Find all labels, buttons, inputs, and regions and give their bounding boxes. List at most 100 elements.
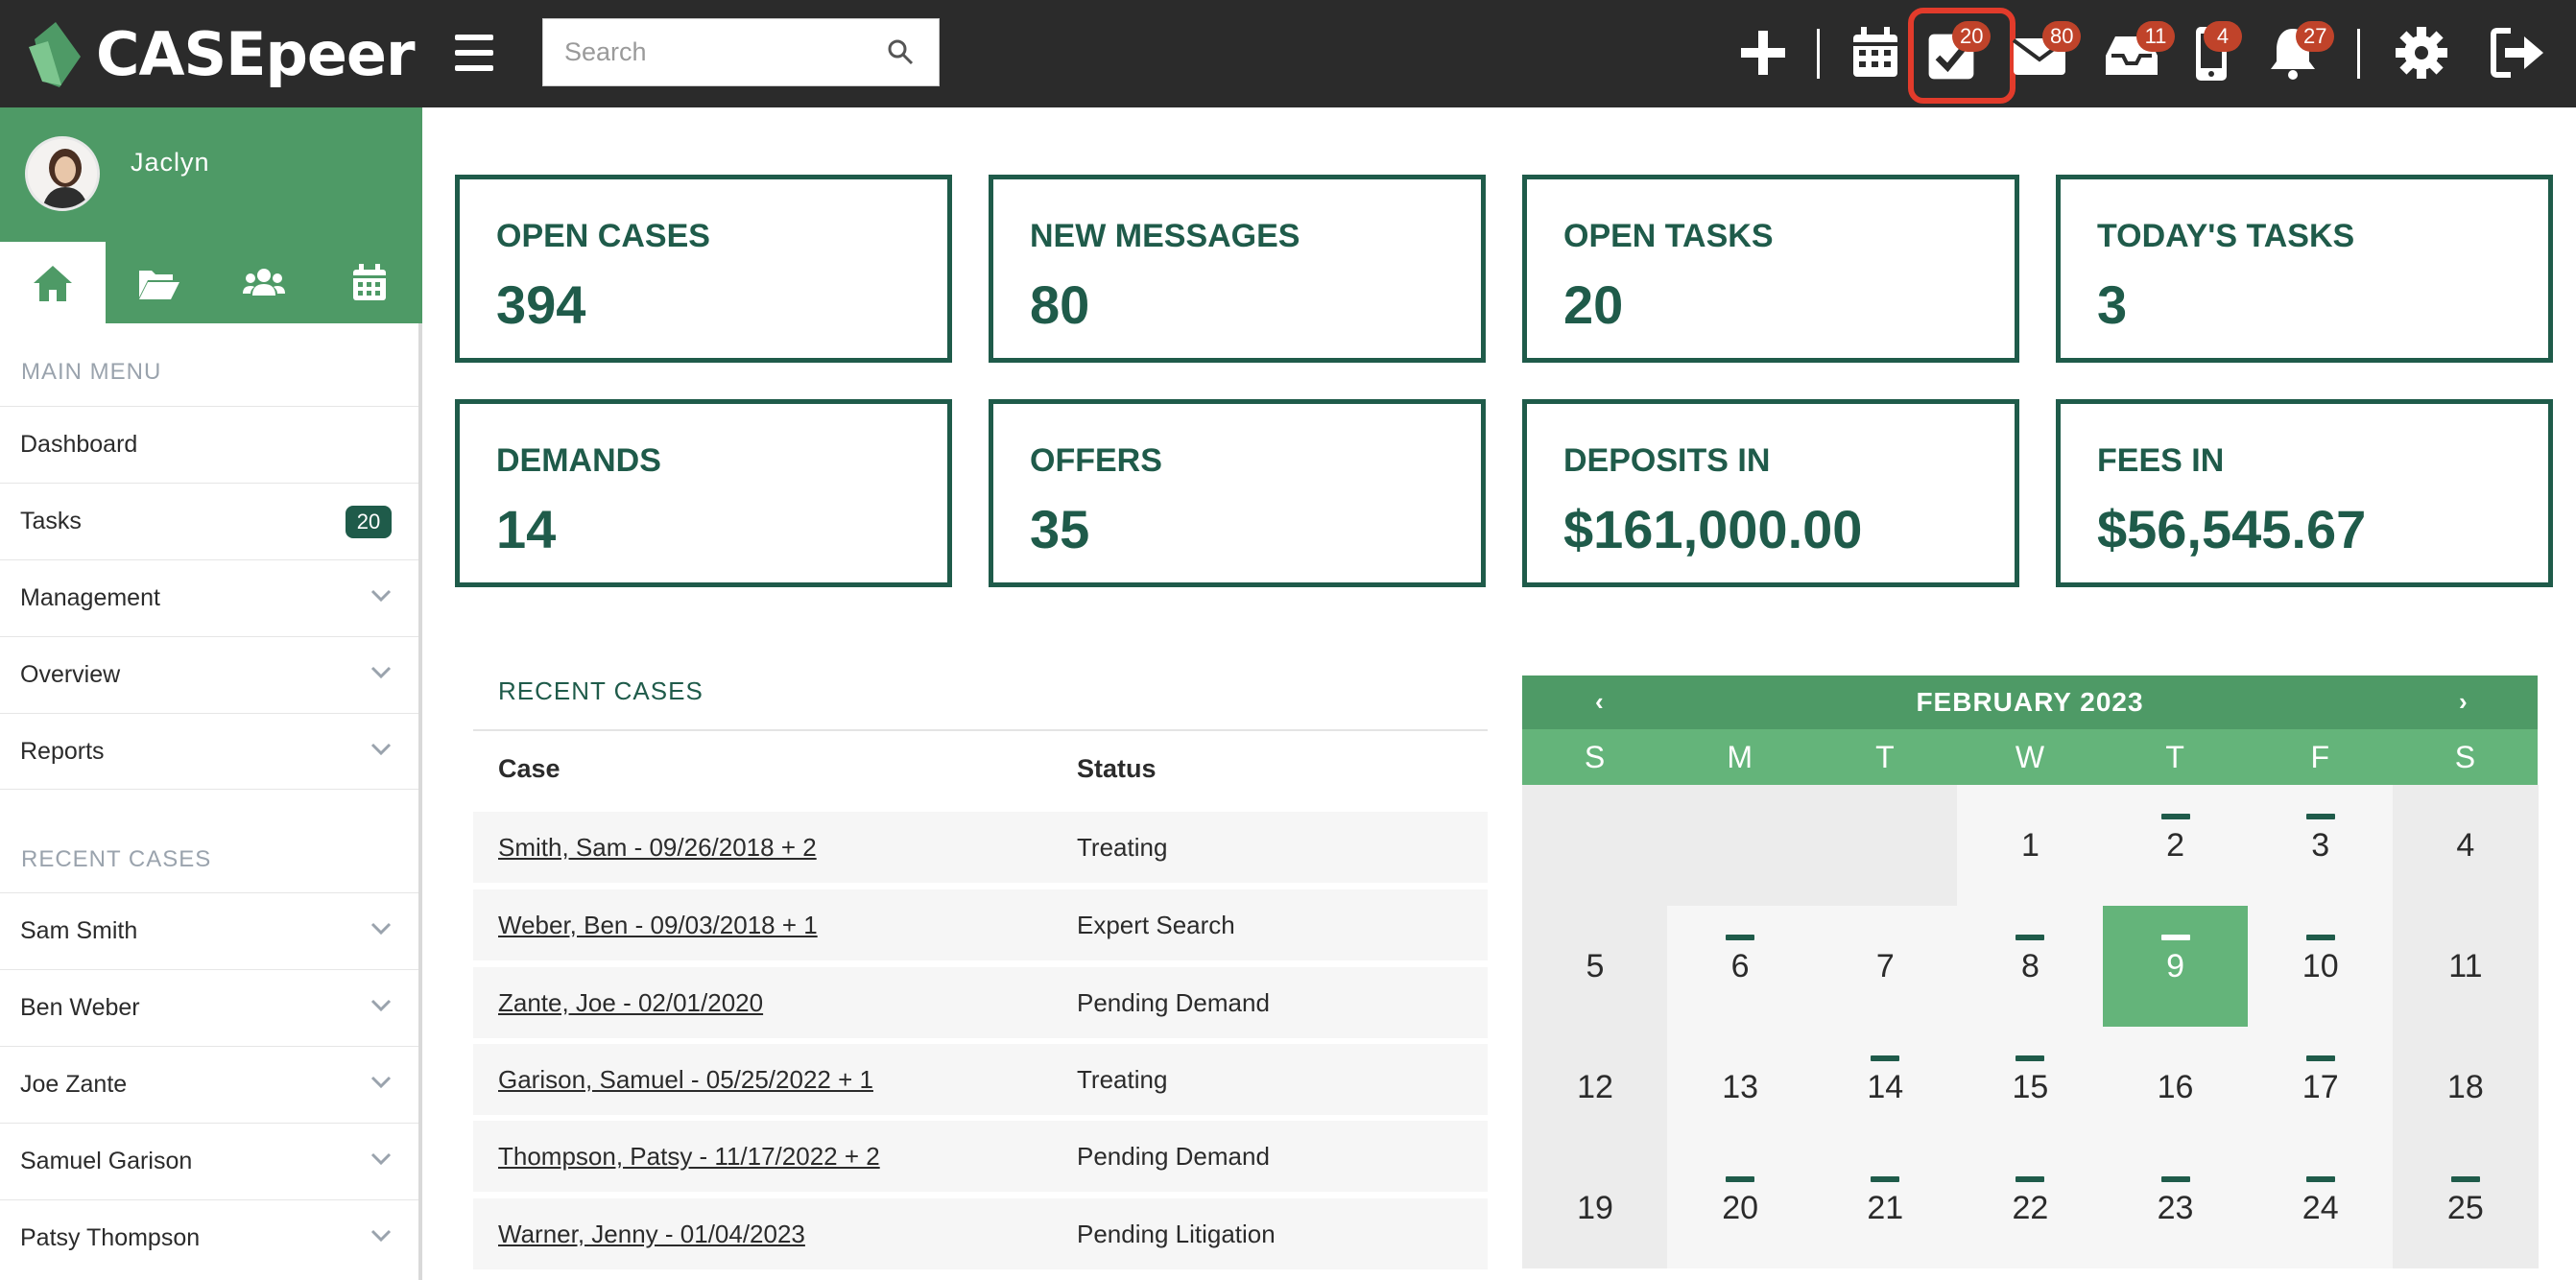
calendar-day[interactable]: 2 (2102, 785, 2249, 906)
sidebar-item-tasks[interactable]: Tasks 20 (0, 483, 418, 559)
brand-logo[interactable]: CASEpeer (27, 12, 416, 96)
event-indicator (2160, 1176, 2190, 1182)
calendar-day[interactable]: 9 (2102, 906, 2249, 1027)
calendar-day[interactable]: 13 (1667, 1027, 1814, 1148)
case-link[interactable]: Garison, Samuel - 05/25/2022 + 1 (498, 1065, 873, 1095)
tab-cases[interactable] (106, 242, 211, 323)
event-indicator (2305, 1176, 2335, 1182)
chevron-down-icon (370, 1152, 392, 1171)
stat-value: 3 (2097, 274, 2128, 335)
calendar-day[interactable]: 21 (1812, 1148, 1959, 1268)
case-status: Pending Demand (1077, 1141, 1270, 1171)
tab-calendar[interactable] (317, 242, 422, 323)
calendar-day-number: 19 (1577, 1189, 1613, 1226)
calendar-day-number: 25 (2446, 1189, 2484, 1226)
avatar[interactable] (25, 136, 100, 211)
calendar-day[interactable]: 11 (2392, 906, 2539, 1027)
leaf-logo-icon (27, 18, 83, 89)
tab-contacts[interactable] (211, 242, 317, 323)
calendar-empty-cell (1522, 785, 1668, 906)
calendar-day[interactable]: 8 (1957, 906, 2104, 1027)
calendar-day[interactable]: 6 (1667, 906, 1814, 1027)
case-status: Treating (1077, 1064, 1168, 1094)
chevron-down-icon (370, 666, 392, 684)
stat-card-open-cases[interactable]: OPEN CASES 394 (455, 175, 952, 363)
calendar-day[interactable]: 19 (1522, 1148, 1668, 1268)
calendar-day[interactable]: 16 (2102, 1027, 2249, 1148)
event-indicator (1871, 1055, 1900, 1061)
tab-home[interactable] (0, 242, 106, 323)
case-link[interactable]: Thompson, Patsy - 11/17/2022 + 2 (498, 1142, 880, 1172)
stat-card-demands[interactable]: DEMANDS 14 (455, 399, 952, 587)
stat-card-open-tasks[interactable]: OPEN TASKS 20 (1522, 175, 2019, 363)
calendar-day[interactable]: 1 (1957, 785, 2104, 906)
calendar-day[interactable]: 5 (1522, 906, 1668, 1027)
event-indicator (2015, 1055, 2045, 1061)
mobile-badge: 4 (2204, 21, 2242, 52)
weekday-label: T (2165, 740, 2184, 774)
calendar-day[interactable]: 22 (1957, 1148, 2104, 1268)
case-link[interactable]: Smith, Sam - 09/26/2018 + 2 (498, 833, 817, 863)
calendar-day-number: 7 (1875, 947, 1895, 984)
calendar-day[interactable]: 7 (1812, 906, 1959, 1027)
calendar-day[interactable]: 23 (2102, 1148, 2249, 1268)
stat-card-fees-in[interactable]: FEES IN $56,545.67 (2056, 399, 2553, 587)
stat-card-todays-tasks[interactable]: TODAY'S TASKS 3 (2056, 175, 2553, 363)
column-header-case: Case (498, 754, 561, 783)
weekday-label: T (1875, 740, 1895, 774)
table-row: Smith, Sam - 09/26/2018 + 2 Treating (473, 812, 1488, 883)
calendar-day[interactable]: 3 (2247, 785, 2394, 906)
stat-card-new-messages[interactable]: NEW MESSAGES 80 (989, 175, 1486, 363)
sidebar-item-management[interactable]: Management (0, 559, 418, 636)
stat-card-deposits-in[interactable]: DEPOSITS IN $161,000.00 (1522, 399, 2019, 587)
case-link[interactable]: Weber, Ben - 09/03/2018 + 1 (498, 911, 818, 940)
calendar-button[interactable] (1846, 23, 1905, 83)
calendar-day[interactable]: 15 (1957, 1027, 2104, 1148)
case-link[interactable]: Zante, Joe - 02/01/2020 (498, 988, 763, 1018)
case-link[interactable]: Warner, Jenny - 01/04/2023 (498, 1220, 805, 1249)
sidebar-item-overview[interactable]: Overview (0, 636, 418, 713)
search-input[interactable] (543, 19, 870, 85)
event-indicator (2450, 1176, 2480, 1182)
logout-button[interactable] (2488, 23, 2547, 83)
recent-case-item[interactable]: Joe Zante (0, 1046, 418, 1123)
calendar-day[interactable]: 17 (2247, 1027, 2394, 1148)
calendar-widget: ‹ FEBRUARY 2023 › SMTWTFS 1 2 3 4 5 6 7 8 9 10 11 1… (1522, 676, 2539, 1280)
folder-open-icon (139, 270, 179, 299)
hamburger-icon (455, 35, 493, 40)
case-status: Pending Demand (1077, 987, 1270, 1017)
add-button[interactable] (1733, 23, 1793, 83)
sidebar-item-reports[interactable]: Reports (0, 713, 418, 790)
case-status: Pending Litigation (1077, 1219, 1276, 1248)
menu-toggle-button[interactable] (455, 29, 493, 77)
stat-card-offers[interactable]: OFFERS 35 (989, 399, 1486, 587)
calendar-day[interactable]: 10 (2247, 906, 2394, 1027)
recent-case-item[interactable]: Patsy Thompson (0, 1199, 418, 1276)
calendar-day-number: 18 (2446, 1068, 2484, 1105)
calendar-header: ‹ FEBRUARY 2023 › (1522, 676, 2538, 729)
calendar-day[interactable]: 18 (2392, 1027, 2539, 1148)
recent-case-item[interactable]: Ben Weber (0, 969, 418, 1046)
search-icon[interactable] (887, 38, 914, 70)
calendar-next-button[interactable]: › (2459, 687, 2468, 717)
calendar-day-number: 5 (1586, 947, 1605, 984)
chevron-down-icon (370, 1076, 392, 1094)
calendar-day[interactable]: 12 (1522, 1027, 1668, 1148)
calendar-empty-cell (1812, 785, 1959, 906)
calendar-day-number: 15 (2012, 1068, 2049, 1105)
sidebar-item-dashboard[interactable]: Dashboard (0, 406, 418, 483)
table-row: Garison, Samuel - 05/25/2022 + 1 Treatin… (473, 1044, 1488, 1115)
event-indicator (2305, 1055, 2335, 1061)
recent-case-item[interactable]: Sam Smith (0, 892, 418, 969)
calendar-day[interactable]: 20 (1667, 1148, 1814, 1268)
stat-title: TODAY'S TASKS (2097, 218, 2355, 254)
calendar-day[interactable]: 24 (2247, 1148, 2394, 1268)
calendar-day[interactable]: 14 (1812, 1027, 1959, 1148)
calendar-day-number: 20 (1722, 1189, 1759, 1226)
settings-button[interactable] (2392, 23, 2451, 83)
calendar-day[interactable]: 4 (2392, 785, 2539, 906)
table-row: Thompson, Patsy - 11/17/2022 + 2 Pending… (473, 1121, 1488, 1192)
sign-out-icon (2491, 28, 2543, 78)
calendar-day[interactable]: 25 (2392, 1148, 2539, 1268)
recent-case-item[interactable]: Samuel Garison (0, 1123, 418, 1199)
